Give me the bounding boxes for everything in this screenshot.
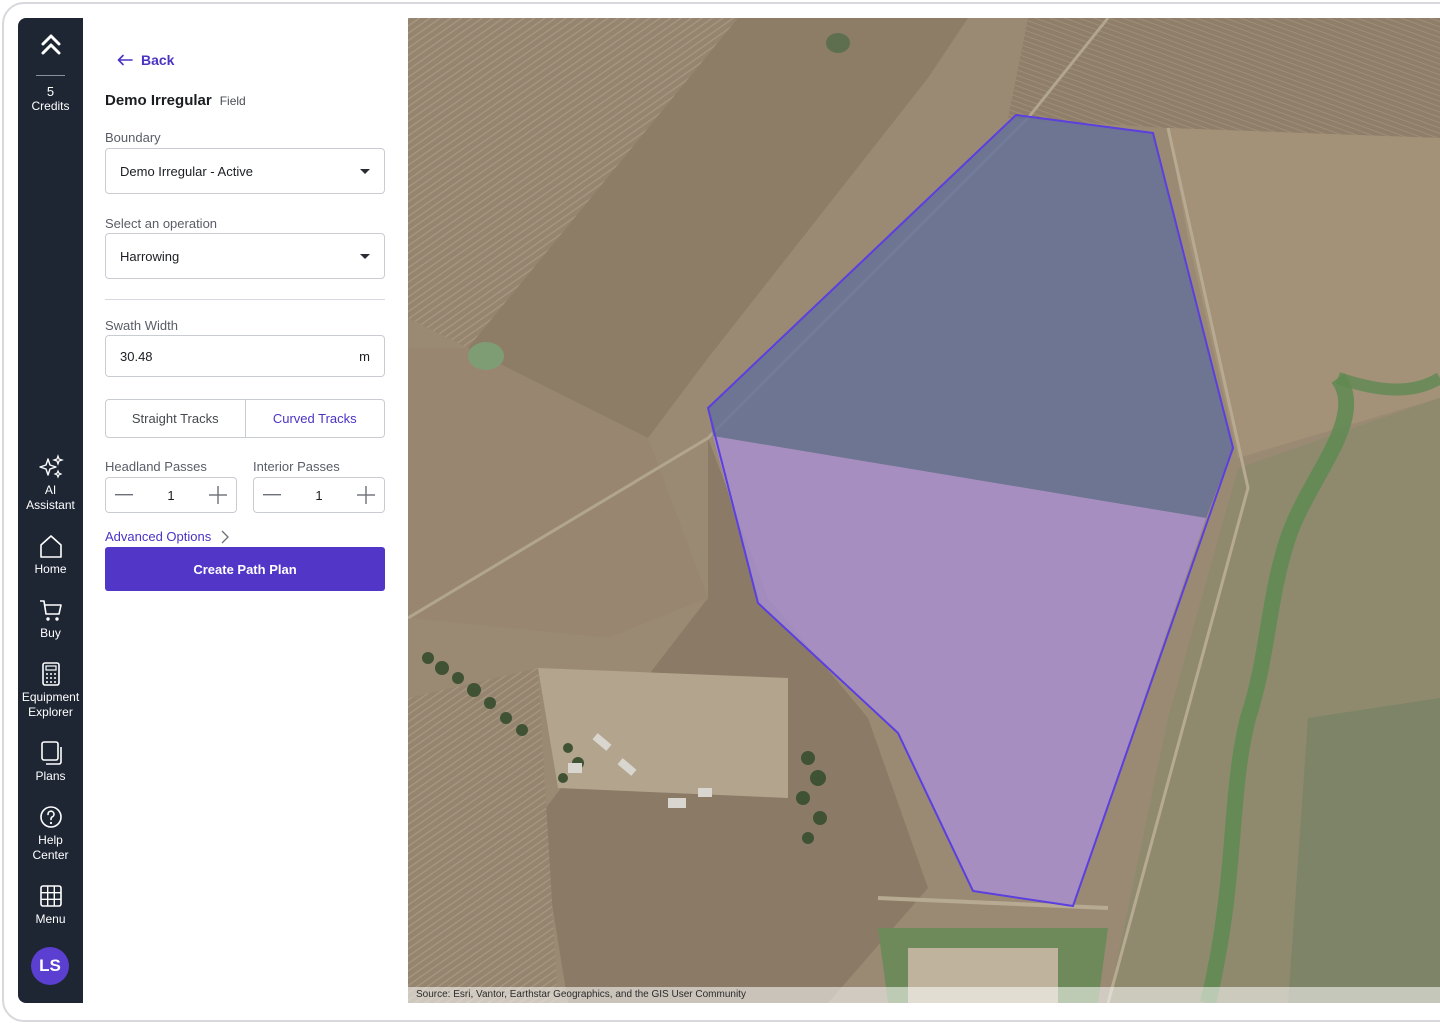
logo-icon[interactable]	[18, 32, 83, 62]
credits-count: 5	[46, 84, 55, 99]
logo-divider	[36, 75, 65, 76]
sidebar: 5 Credits AI Assistant Home Buy Equipmen…	[18, 18, 83, 1003]
plus-icon[interactable]	[208, 485, 228, 505]
caret-down-icon	[360, 253, 370, 259]
sidebar-item-help-center[interactable]: Help Center	[18, 803, 83, 863]
sidebar-item-label: Help Center	[32, 833, 69, 862]
boundary-value: Demo Irregular - Active	[120, 163, 253, 179]
field-parcel	[1008, 18, 1440, 138]
field-parcel	[538, 668, 788, 798]
curved-tracks-option[interactable]: Curved Tracks	[246, 400, 385, 437]
sidebar-item-label: Buy	[40, 626, 61, 640]
swath-width-label: Swath Width	[105, 318, 178, 333]
home-icon	[18, 532, 83, 560]
help-icon	[18, 803, 83, 831]
sidebar-item-label: Plans	[35, 769, 66, 783]
minus-icon[interactable]	[114, 485, 134, 505]
swath-width-input[interactable]: 30.48 m	[105, 335, 385, 377]
arrow-left-icon	[117, 54, 133, 66]
dam-pond	[468, 342, 504, 370]
chevron-right-icon	[221, 530, 230, 543]
sidebar-item-plans[interactable]: Plans	[18, 739, 83, 784]
credits-label: Credits	[31, 99, 70, 113]
track-type-toggle: Straight Tracks Curved Tracks	[105, 399, 385, 438]
field-name: Demo Irregular	[105, 92, 212, 109]
path-plan-panel: Back Demo Irregular Field Boundary Demo …	[83, 18, 408, 1003]
cart-icon	[18, 596, 83, 624]
minus-icon[interactable]	[262, 485, 282, 505]
sidebar-item-menu[interactable]: Menu	[18, 882, 83, 927]
operation-value: Harrowing	[120, 248, 180, 264]
avatar[interactable]: LS	[31, 947, 69, 985]
advanced-options-link[interactable]: Advanced Options	[105, 529, 230, 544]
map-canvas	[408, 18, 1440, 1003]
interior-passes-value[interactable]: 1	[315, 488, 322, 503]
headland-passes-label: Headland Passes	[105, 459, 207, 474]
section-divider	[105, 299, 385, 300]
map-attribution: Source: Esri, Vantor, Earthstar Geograph…	[408, 987, 1440, 1003]
sidebar-item-label: Home	[34, 562, 67, 576]
back-button[interactable]: Back	[117, 52, 174, 68]
interior-passes-stepper: 1	[253, 477, 385, 513]
field-type: Field	[219, 94, 246, 108]
sidebar-item-buy[interactable]: Buy	[18, 596, 83, 641]
credits-counter: 5 Credits	[18, 84, 83, 114]
swath-width-unit: m	[359, 348, 370, 364]
boundary-label: Boundary	[105, 130, 161, 145]
caret-down-icon	[360, 168, 370, 174]
sidebar-item-ai-assistant[interactable]: AI Assistant	[18, 453, 83, 513]
dam-pond	[826, 33, 850, 53]
sidebar-item-label: Equipment Explorer	[21, 690, 80, 719]
boundary-select[interactable]: Demo Irregular - Active	[105, 148, 385, 194]
swath-width-value: 30.48	[120, 348, 153, 364]
headland-passes-stepper: 1	[105, 477, 237, 513]
create-path-plan-button[interactable]: Create Path Plan	[105, 547, 385, 591]
field-parcel	[1288, 698, 1440, 1003]
page-title: Demo Irregular Field	[105, 92, 246, 109]
straight-tracks-option[interactable]: Straight Tracks	[106, 400, 246, 437]
operation-label: Select an operation	[105, 216, 218, 231]
calculator-icon	[18, 660, 83, 688]
interior-passes-label: Interior Passes	[253, 459, 340, 474]
app-frame: 5 Credits AI Assistant Home Buy Equipmen…	[0, 0, 1440, 1024]
sidebar-item-label: Menu	[35, 912, 66, 926]
sidebar-item-label: AI Assistant	[26, 483, 75, 512]
sparkles-icon	[18, 453, 83, 481]
field-parcel	[408, 668, 558, 1003]
headland-passes-value[interactable]: 1	[167, 488, 174, 503]
sidebar-item-home[interactable]: Home	[18, 532, 83, 577]
operation-select[interactable]: Harrowing	[105, 233, 385, 279]
advanced-options-label: Advanced Options	[105, 529, 212, 544]
back-label: Back	[141, 52, 175, 68]
plus-icon[interactable]	[356, 485, 376, 505]
grid-icon	[18, 882, 83, 910]
satellite-map[interactable]: Source: Esri, Vantor, Earthstar Geograph…	[408, 18, 1440, 1003]
plans-icon	[18, 739, 83, 767]
sidebar-item-equipment-explorer[interactable]: Equipment Explorer	[18, 660, 83, 720]
